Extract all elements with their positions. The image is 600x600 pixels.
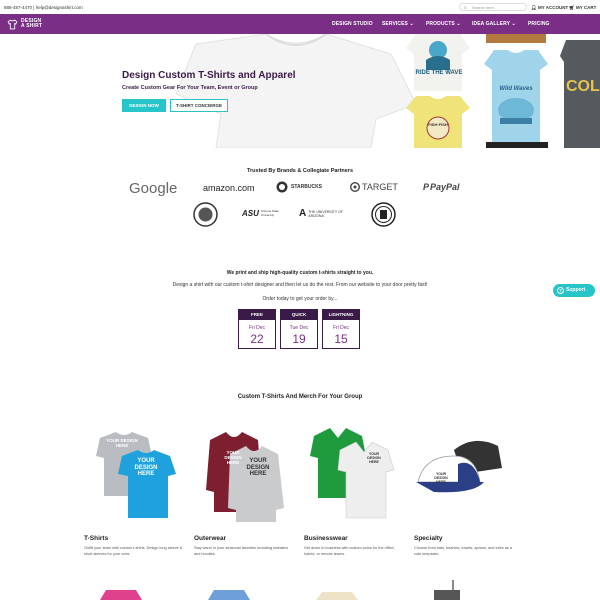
delivery-option-free: FREE Fri Dec 22 [238,309,276,349]
paypal-logo: P PayPal [423,182,460,192]
tee-wild-text: Wild Waves [499,86,533,92]
starbucks-logo: STARBUCKS [276,181,322,193]
arizona-a-icon: A [299,208,307,219]
delivery-label: QUICK [281,310,317,320]
category-description: Get down to business with custom polos f… [304,546,395,556]
businesswear-product-image[interactable] [306,428,398,522]
utility-bar: 888-487-4470 | help@designashirt.com ⌕ S… [0,0,600,14]
tee-fish-text: FISH·FISH [428,122,448,127]
category-tshirts[interactable]: T-Shirts Outfit your team with custom t-… [84,535,184,557]
hero-title: Design Custom T-Shirts and Apparel [122,70,296,81]
main-navigation: DESIGN A SHIRT DESIGN STUDIO SERVICES ⌄ … [0,14,600,34]
category-name: Businesswear [304,535,348,542]
nav-idea-gallery[interactable]: IDEA GALLERY ⌄ [472,21,516,27]
outerwear-mock-text-gray: YOUR DESIGN HERE [246,458,270,477]
support-label: Support [566,287,586,293]
search-placeholder: Search here... [472,5,498,10]
tee-wild-waves-image [484,50,548,147]
hero-banner: RIDE THE WAVE FISH·FISH Wild Waves COL D… [0,34,600,148]
category-description: Choose from hats, beanies, towels, apron… [414,546,512,556]
shipping-headline: We print and ship high-quality custom t-… [226,270,374,276]
design-now-button[interactable]: DESIGN NOW [122,99,166,112]
my-account-link[interactable]: 👤︎ MY ACCOUNT [531,5,568,11]
user-icon: 👤︎ [531,5,537,10]
tee-brown-image [486,34,546,43]
asu-subtext: Arizona State University [260,209,279,217]
next-row-tumbler-item-image[interactable] [420,580,470,600]
amazon-logo: amazon.com [203,183,255,193]
target-text: TARGET [362,182,398,192]
asu-text: ASU [242,209,259,218]
delivery-date: 19 [292,332,306,346]
categories-heading: Custom T-Shirts And Merch For Your Group [237,394,363,400]
specialty-mock-text: YOUR DESIGN HERE [434,472,448,484]
partners-heading: Trusted By Brands & Collegiate Partners [246,168,354,174]
arizona-logo: A THE UNIVERSITY OF ARIZONA [299,208,356,219]
paypal-text: PayPal [430,182,460,192]
tshirt-mock-text-blue: YOUR DESIGN HERE [134,458,158,477]
tshirt-mock-text-gray: YOUR DESIGN HERE [106,438,138,448]
category-outerwear[interactable]: Outerwear Stay warm in your seasonal fav… [194,535,294,557]
category-description: Outfit your team with custom t-shirts. D… [84,546,183,556]
university-seal-2-icon [371,202,396,227]
businesswear-mock-text: YOUR DESIGN HERE [367,452,381,464]
contact-info[interactable]: 888-487-4470 | help@designashirt.com [4,5,83,10]
delivery-date: 15 [334,332,348,346]
tshirt-concierge-button[interactable]: T-SHIRT CONCIERGE [170,99,228,112]
university-seal-1-icon [193,202,218,227]
starbucks-text: STARBUCKS [291,184,323,190]
next-row-blue-item-image[interactable] [204,588,254,600]
tee-ride-the-wave-image [406,34,470,91]
nav-design-studio[interactable]: DESIGN STUDIO [332,21,373,27]
category-name: Specialty [414,535,443,542]
delivery-day: Fri Dec [248,325,266,331]
google-logo: Google [129,180,178,197]
delivery-date: 22 [250,332,264,346]
shipping-order-by: Order today to get your order by... [262,296,338,302]
tee-black-image [486,142,548,148]
arizona-text: THE UNIVERSITY OF ARIZONA [308,209,343,218]
my-cart-label: MY CART [575,5,597,10]
nav-services[interactable]: SERVICES ⌄ [382,21,414,27]
help-icon: ? [557,287,564,294]
next-row-cream-item-image[interactable] [312,590,362,600]
hero-blank-tshirt-image [176,34,416,148]
category-businesswear[interactable]: Businesswear Get down to business with c… [304,535,404,557]
shirt-logo-icon [7,19,18,29]
category-description: Stay warm in your seasonal favorites inc… [194,546,289,556]
category-name: Outerwear [194,535,227,542]
delivery-label: FREE [239,310,275,320]
hero-subtitle: Create Custom Gear For Your Team, Event … [122,85,258,91]
specialty-product-image[interactable] [414,434,506,514]
tee-ride-text: RIDE THE WAVE [415,70,463,76]
support-button[interactable]: ? Support [553,284,595,297]
site-logo[interactable]: DESIGN A SHIRT [7,17,42,31]
next-row-pink-item-image[interactable] [96,588,146,600]
my-cart-link[interactable]: 🛒︎ MY CART [569,5,596,11]
search-icon: ⌕ [464,5,467,11]
target-logo: TARGET [350,182,398,192]
category-specialty[interactable]: Specialty Choose from hats, beanies, tow… [414,535,514,557]
logo-line-2: A SHIRT [21,23,43,29]
shipping-description: Design a shirt with our custom t-shirt d… [172,282,428,288]
nav-products[interactable]: PRODUCTS ⌄ [426,21,461,27]
nav-pricing[interactable]: PRICING [528,21,550,27]
target-bullseye-icon [350,182,360,192]
cart-icon: 🛒︎ [569,5,575,10]
asu-logo: ASU Arizona State University [242,209,285,218]
search-input[interactable]: ⌕ Search here... [459,3,527,11]
paypal-p-icon: P [423,182,430,192]
starbucks-siren-icon [276,181,288,193]
my-account-label: MY ACCOUNT [537,5,569,10]
tee-col-text: COL [566,78,600,95]
delivery-day: Fri Dec [332,325,350,331]
delivery-label: LIGHTNING [323,310,359,320]
delivery-day: Tue Dec [289,325,309,331]
delivery-option-lightning: LIGHTNING Fri Dec 15 [322,309,360,349]
delivery-option-quick: QUICK Tue Dec 19 [280,309,318,349]
category-name: T-Shirts [84,535,109,542]
